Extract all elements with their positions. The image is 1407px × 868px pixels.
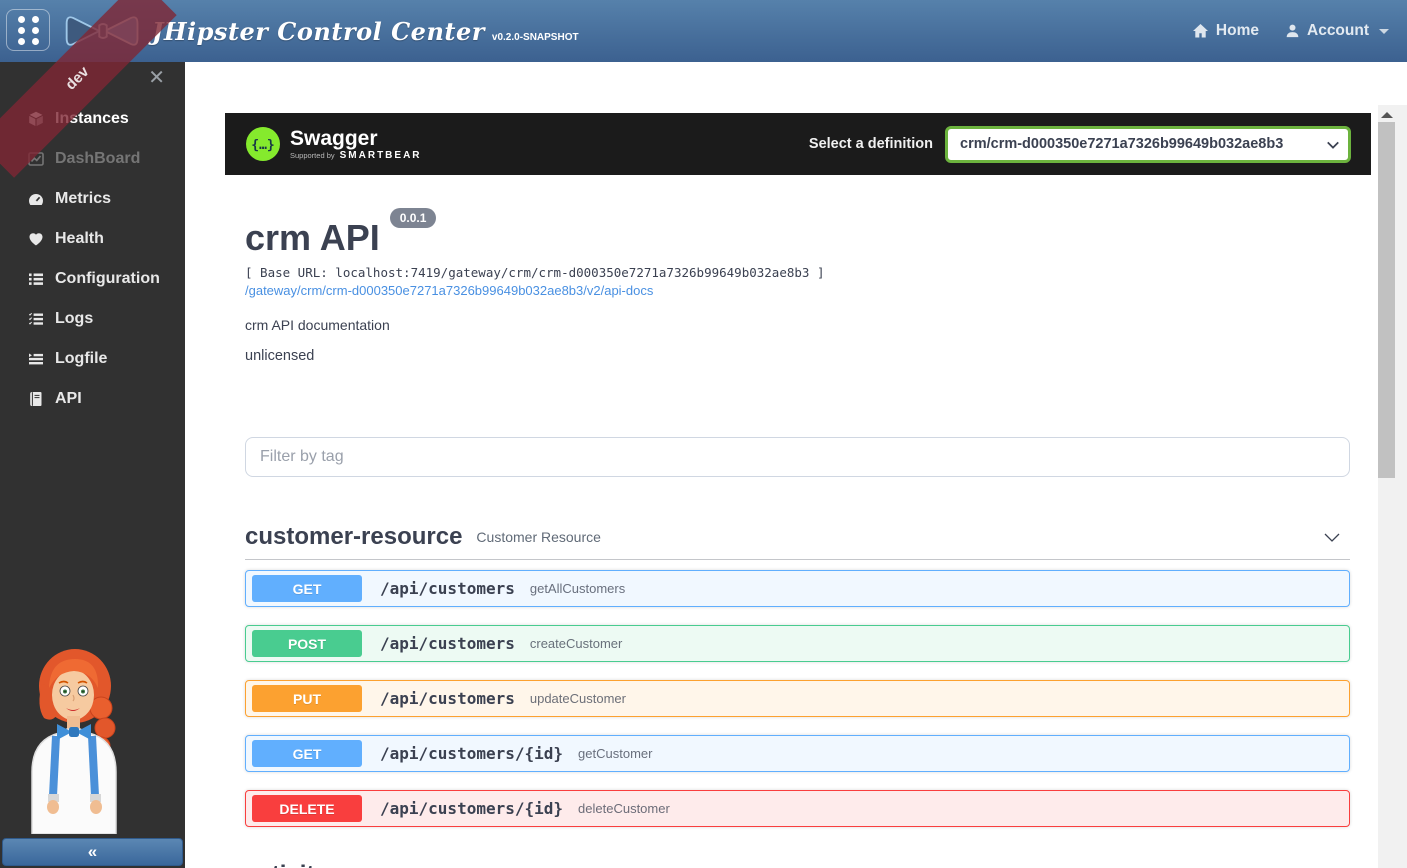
operation-name: getAllCustomers xyxy=(530,581,625,596)
vertical-scrollbar xyxy=(1378,105,1407,868)
operation-path: /api/customers xyxy=(380,579,515,598)
sidebar-item-instances[interactable]: Instances xyxy=(0,99,185,139)
app-version: v0.2.0-SNAPSHOT xyxy=(492,32,579,43)
operation-name: updateCustomer xyxy=(530,691,626,706)
swagger-content: {…} Swagger Supported by SMARTBEAR Selec… xyxy=(185,62,1407,868)
operation-path: /api/customers/{id} xyxy=(380,799,563,818)
method-badge: GET xyxy=(252,575,362,602)
nav-home[interactable]: Home xyxy=(1192,22,1259,40)
select-definition-label: Select a definition xyxy=(809,136,933,152)
api-version-badge: 0.0.1 xyxy=(390,208,437,228)
sidebar-collapse-button[interactable]: « xyxy=(2,838,183,866)
tag-description: Customer Resource xyxy=(476,529,601,545)
home-icon xyxy=(1192,23,1209,39)
api-license: unlicensed xyxy=(245,348,314,364)
operation-name: deleteCustomer xyxy=(578,801,670,816)
sidebar-item-dashboard: DashBoard xyxy=(0,139,185,179)
swagger-topbar: {…} Swagger Supported by SMARTBEAR Selec… xyxy=(225,113,1371,175)
api-title: crm API xyxy=(245,217,380,258)
app-title: JHipster Control Center xyxy=(152,17,485,46)
sidebar-item-configuration[interactable]: Configuration xyxy=(0,259,185,299)
definition-select[interactable]: crm/crm-d000350e7271a7326b99649b032ae8b3 xyxy=(945,126,1351,163)
api-description: crm API documentation xyxy=(245,317,390,333)
operation-get-all-customers[interactable]: GET /api/customers getAllCustomers xyxy=(245,570,1350,607)
method-badge: DELETE xyxy=(252,795,362,822)
sidebar-item-metrics[interactable]: Metrics xyxy=(0,179,185,219)
stream-icon xyxy=(28,351,46,367)
brand: JHipster Control Center v0.2.0-SNAPSHOT xyxy=(62,0,579,62)
jhipster-bowtie-logo xyxy=(62,8,144,54)
operation-update-customer[interactable]: PUT /api/customers updateCustomer xyxy=(245,680,1350,717)
section-chevron-down-icon xyxy=(1322,527,1342,547)
operation-path: /api/customers xyxy=(380,634,515,653)
scrollbar-thumb[interactable] xyxy=(1378,122,1395,478)
operation-get-customer[interactable]: GET /api/customers/{id} getCustomer xyxy=(245,735,1350,772)
tag-title: customer-resource xyxy=(245,523,462,551)
smartbear-logo: SMARTBEAR xyxy=(340,150,422,161)
sidebar-item-api[interactable]: API xyxy=(0,379,185,419)
tasks-icon xyxy=(28,311,46,327)
apps-grip-button[interactable] xyxy=(6,9,50,51)
swagger-logo-icon: {…} xyxy=(245,126,281,162)
scrollbar-up-arrow[interactable] xyxy=(1381,112,1393,118)
api-docs-link[interactable]: /gateway/crm/crm-d000350e7271a7326b99649… xyxy=(245,283,653,298)
top-navbar: JHipster Control Center v0.2.0-SNAPSHOT … xyxy=(0,0,1407,62)
list-icon xyxy=(28,271,46,287)
tag-section-customer-resource[interactable]: customer-resource Customer Resource xyxy=(245,514,1350,560)
app-root: JHipster Control Center v0.2.0-SNAPSHOT … xyxy=(0,0,1407,868)
svg-text:{…}: {…} xyxy=(251,138,274,153)
chart-line-icon xyxy=(28,151,46,167)
operation-path: /api/customers/{id} xyxy=(380,744,563,763)
operation-create-customer[interactable]: POST /api/customers createCustomer xyxy=(245,625,1350,662)
method-badge: PUT xyxy=(252,685,362,712)
tag-section-activity-resource[interactable]: activity-resource xyxy=(245,861,437,868)
sidebar-item-logfile[interactable]: Logfile xyxy=(0,339,185,379)
api-base-url: [ Base URL: localhost:7419/gateway/crm/c… xyxy=(245,265,1350,280)
book-icon xyxy=(28,391,46,407)
operation-path: /api/customers xyxy=(380,689,515,708)
sidebar-close-icon[interactable]: ✕ xyxy=(148,68,165,88)
method-badge: POST xyxy=(252,630,362,657)
grip-icon xyxy=(18,16,39,45)
heart-icon xyxy=(28,231,46,247)
cube-icon xyxy=(28,111,46,127)
sidebar-menu: Instances DashBoard Metrics Health xyxy=(0,99,185,419)
sidebar: ✕ Instances DashBoard Metrics xyxy=(0,62,185,868)
operation-delete-customer[interactable]: DELETE /api/customers/{id} deleteCustome… xyxy=(245,790,1350,827)
caret-down-icon xyxy=(1379,29,1389,34)
swagger-logo: {…} Swagger Supported by SMARTBEAR xyxy=(245,126,422,162)
jhipster-mascot xyxy=(12,644,142,834)
filter-by-tag-input[interactable] xyxy=(245,437,1350,477)
method-badge: GET xyxy=(252,740,362,767)
operation-name: getCustomer xyxy=(578,746,652,761)
tachometer-icon xyxy=(28,191,46,207)
nav-account-menu[interactable]: Account xyxy=(1285,22,1389,40)
operation-name: createCustomer xyxy=(530,636,622,651)
collapse-chevrons-icon: « xyxy=(88,842,97,862)
user-icon xyxy=(1285,23,1300,39)
sidebar-item-logs[interactable]: Logs xyxy=(0,299,185,339)
sidebar-item-health[interactable]: Health xyxy=(0,219,185,259)
